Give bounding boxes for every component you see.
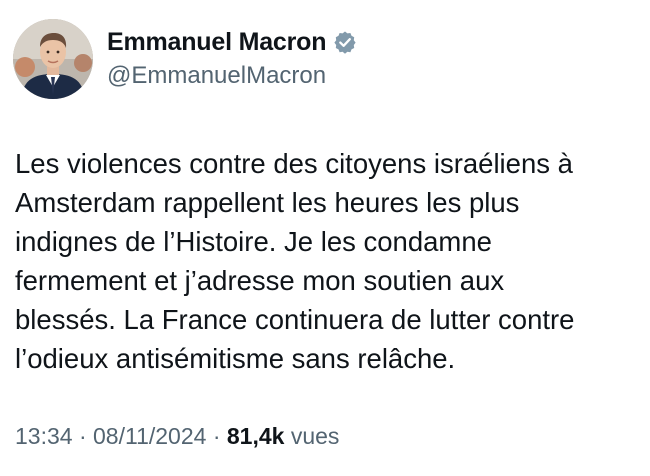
tweet-metadata: 13:34 · 08/11/2024 · 81,4k vues — [15, 423, 339, 450]
author-name-row: Emmanuel Macron — [107, 25, 357, 59]
views-count[interactable]: 81,4k — [227, 423, 285, 449]
verified-badge-icon[interactable] — [333, 30, 357, 54]
author-info: Emmanuel Macron @EmmanuelMacron — [107, 25, 357, 90]
profile-photo-icon — [13, 19, 93, 99]
tweet-text-line: Les violences contre des citoyens israél… — [15, 148, 573, 179]
views-label: vues — [290, 423, 340, 449]
tweet-text-line: indignes de l’Histoire. Je les condamne — [15, 226, 492, 257]
author-display-name[interactable]: Emmanuel Macron — [107, 28, 326, 57]
author-avatar[interactable] — [13, 19, 93, 99]
tweet-text-line: fermement et j’adresse mon soutien aux — [15, 265, 505, 296]
meta-separator: · — [78, 423, 87, 449]
tweet-date[interactable]: 08/11/2024 — [93, 423, 206, 449]
tweet-time[interactable]: 13:34 — [15, 423, 73, 449]
tweet-text-line: l’odieux antisémitisme sans relâche. — [15, 343, 456, 374]
tweet-text: Les violences contre des citoyens israél… — [15, 144, 640, 378]
tweet-card: Emmanuel Macron @EmmanuelMacron Les viol… — [0, 0, 650, 476]
tweet-text-line: Amsterdam rappellent les heures les plus — [15, 187, 520, 218]
tweet-text-line: blessés. La France continuera de lutter … — [15, 304, 575, 335]
meta-separator: · — [212, 423, 221, 449]
author-handle[interactable]: @EmmanuelMacron — [107, 62, 357, 90]
